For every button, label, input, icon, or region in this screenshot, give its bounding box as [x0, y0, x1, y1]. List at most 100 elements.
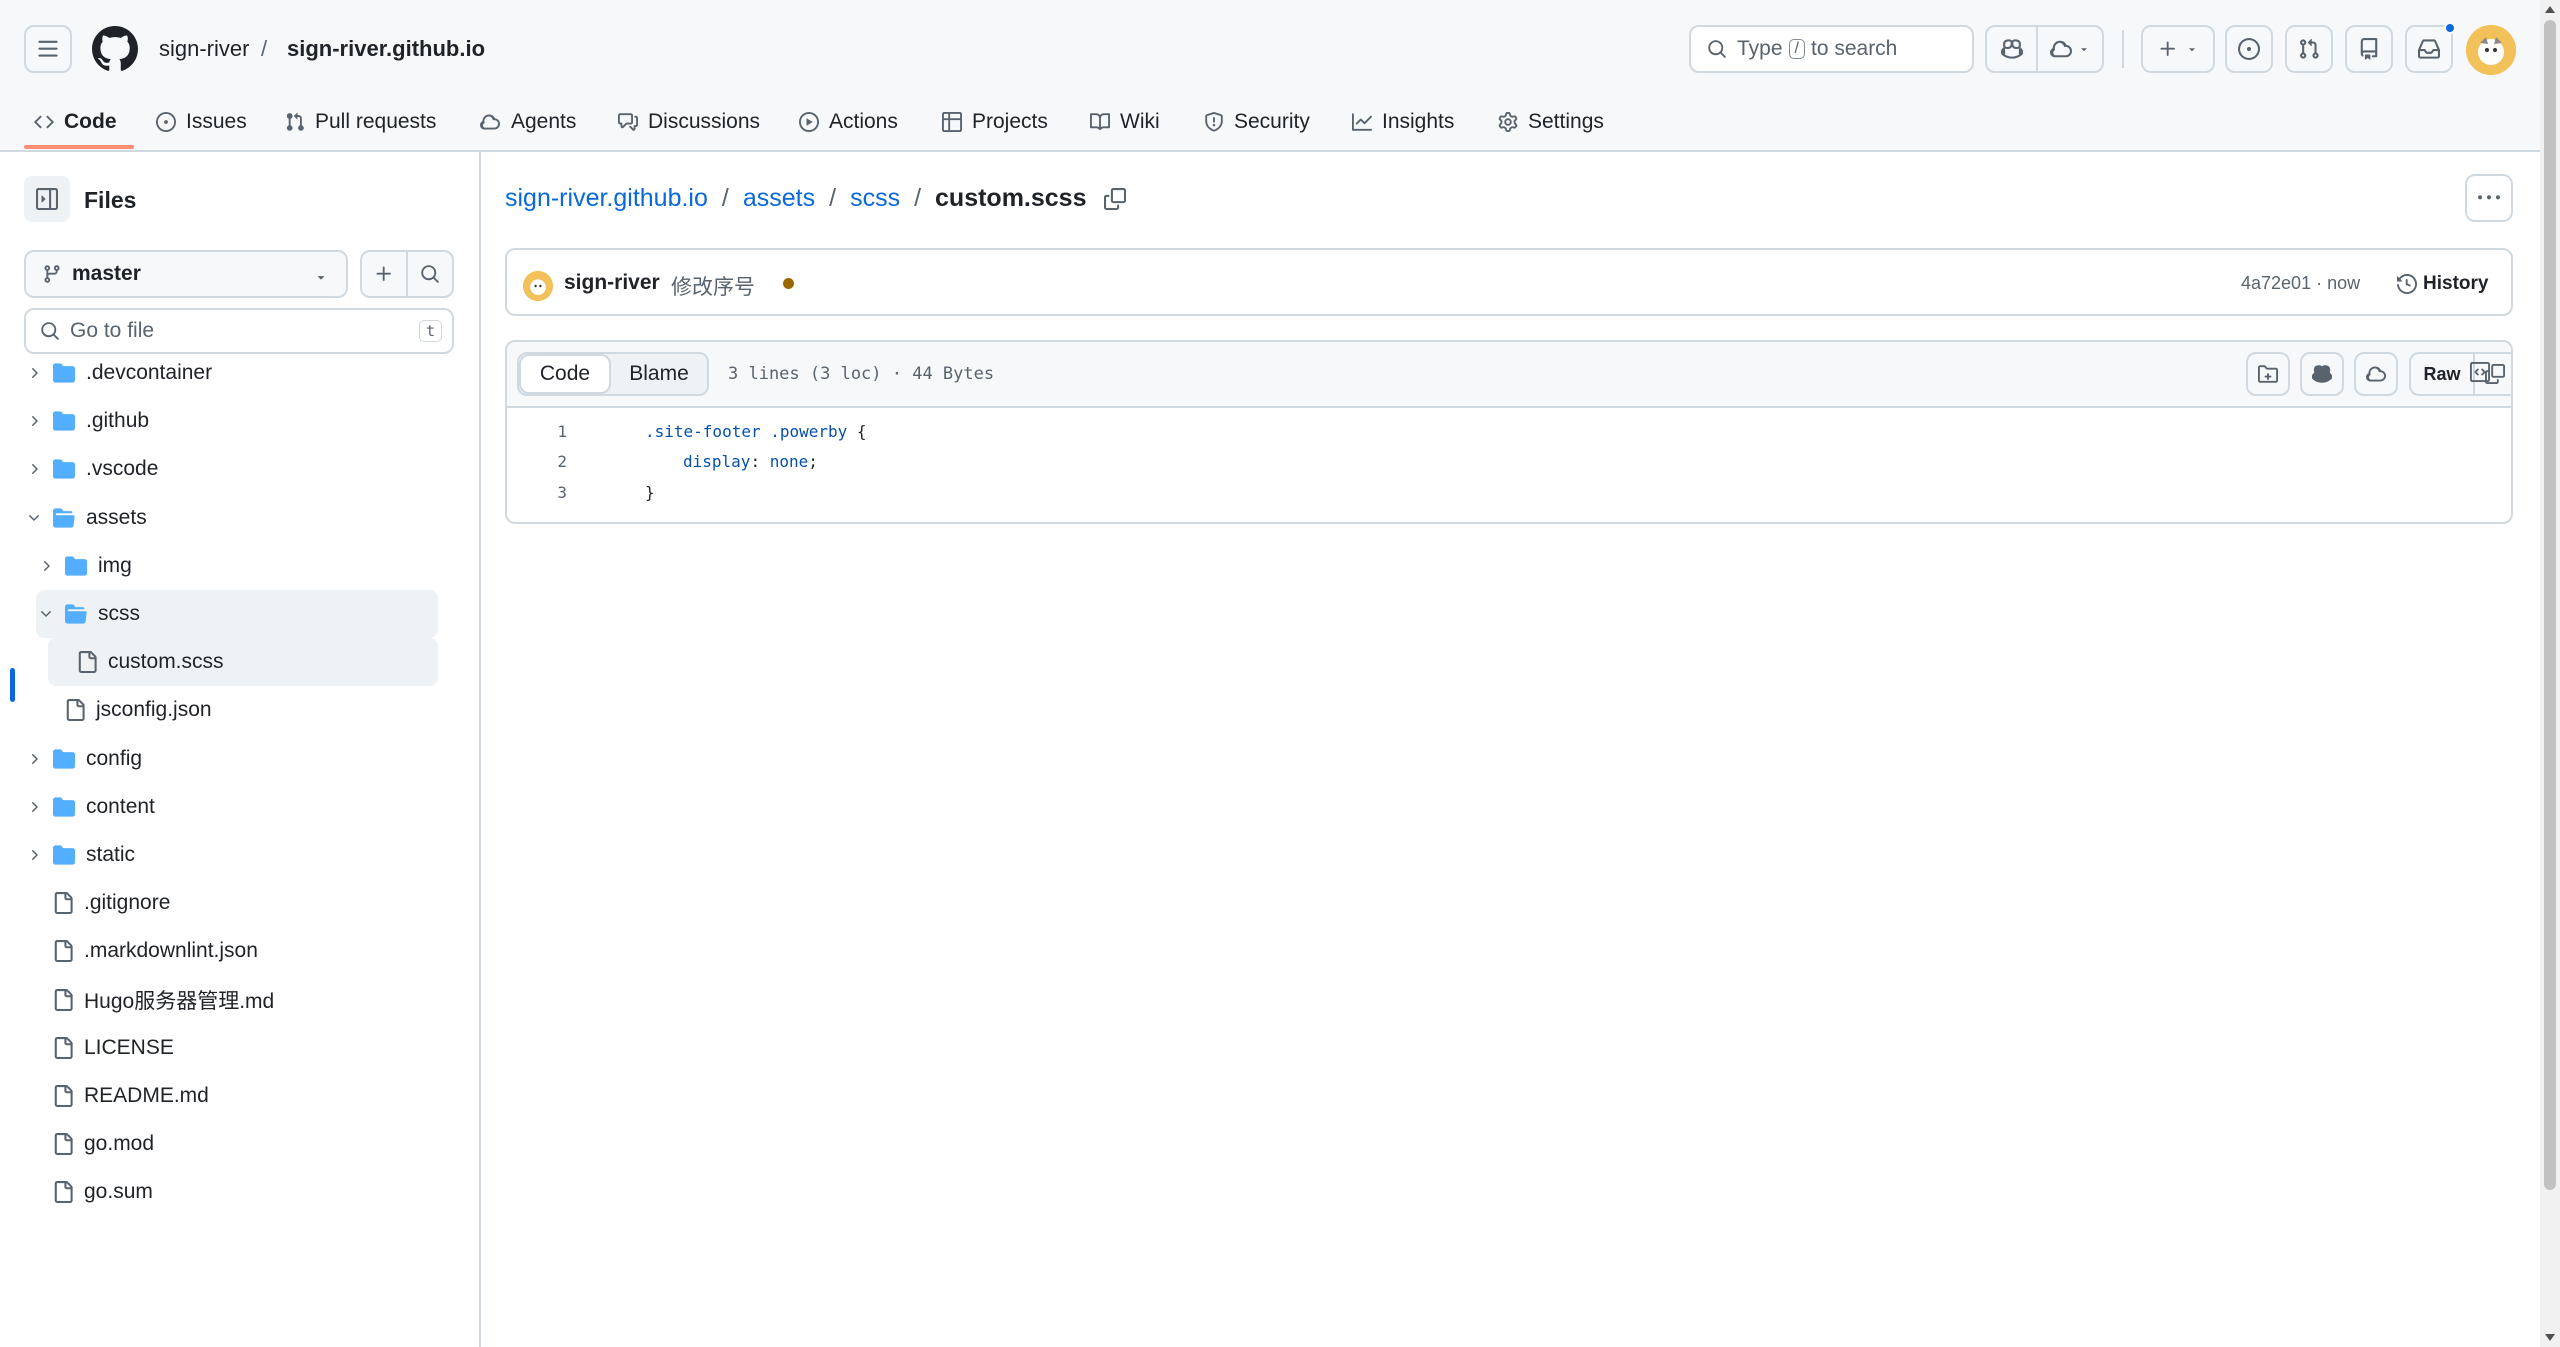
go-to-file-shortcut: t: [418, 320, 442, 342]
more-options-button[interactable]: [2465, 174, 2513, 222]
tab-actions[interactable]: Actions: [799, 92, 898, 152]
tree-item-label: assets: [86, 505, 147, 529]
tree-item-markdownlint-json[interactable]: .markdownlint.json: [24, 927, 438, 975]
commit-sha-time[interactable]: 4a72e01 · now: [2241, 273, 2360, 294]
chevron-right-icon[interactable]: [24, 413, 44, 429]
tree-item-vscode[interactable]: .vscode: [24, 445, 438, 493]
tree-item-go-sum[interactable]: go.sum: [24, 1168, 438, 1216]
tree-item-custom-scss[interactable]: custom.scss: [48, 638, 438, 687]
tree-item-hugo-md[interactable]: Hugo服务器管理.md: [24, 976, 438, 1024]
branch-selector[interactable]: master: [24, 250, 348, 298]
line-number[interactable]: 2: [507, 452, 567, 471]
commit-status-indicator[interactable]: [783, 278, 794, 289]
folder-icon: [52, 410, 76, 432]
tab-agents[interactable]: Agents: [479, 92, 576, 152]
your-issues-button[interactable]: [2225, 25, 2273, 73]
copilot-ask-button[interactable]: [2300, 352, 2344, 396]
create-new-button[interactable]: [2141, 25, 2215, 73]
folder-icon: [52, 748, 76, 770]
blame-tab[interactable]: Blame: [611, 354, 707, 394]
code-line: 2 display: none;: [507, 447, 2511, 477]
tree-item-go-mod[interactable]: go.mod: [24, 1120, 438, 1168]
commit-author-link[interactable]: sign-river: [564, 271, 660, 295]
sidebar-expand-icon: [36, 188, 58, 210]
chevron-right-icon[interactable]: [24, 751, 44, 767]
code-token: ;: [808, 452, 818, 471]
tab-projects[interactable]: Projects: [942, 92, 1048, 152]
chevron-right-icon[interactable]: [24, 365, 44, 381]
tab-code[interactable]: Code: [34, 92, 117, 152]
chevron-right-icon[interactable]: [24, 799, 44, 815]
search-shortcut-key: /: [1788, 39, 1805, 59]
breadcrumb-assets-link[interactable]: assets: [743, 184, 815, 213]
repositories-button[interactable]: [2345, 25, 2393, 73]
copilot-menu-button[interactable]: [2038, 27, 2102, 71]
line-number[interactable]: 1: [507, 422, 567, 441]
tree-item-devcontainer[interactable]: .devcontainer: [24, 349, 438, 397]
tab-discussions[interactable]: Discussions: [618, 92, 760, 152]
copy-path-icon[interactable]: [1104, 187, 1127, 210]
code-token: display: [683, 452, 751, 471]
issue-opened-icon: [2238, 38, 2260, 60]
tree-item-content[interactable]: content: [24, 783, 438, 831]
global-search-button[interactable]: Type / to search: [1689, 25, 1974, 73]
tab-pull-requests[interactable]: Pull requests: [285, 92, 436, 152]
tab-wiki[interactable]: Wiki: [1090, 92, 1160, 152]
tree-item-img[interactable]: img: [36, 542, 438, 590]
scroll-down-arrow-icon[interactable]: [2545, 1334, 2555, 1341]
github-logo-icon[interactable]: [92, 26, 138, 72]
scroll-thumb[interactable]: [2544, 20, 2556, 1190]
go-to-file-input[interactable]: Go to file t: [24, 308, 454, 354]
add-file-button[interactable]: [360, 250, 408, 298]
tree-item-jsconfig-json[interactable]: jsconfig.json: [36, 686, 438, 734]
line-number[interactable]: 3: [507, 483, 567, 502]
tree-item-static[interactable]: static: [24, 831, 438, 879]
folder-open-icon: [64, 603, 88, 625]
tree-item-gitignore[interactable]: .gitignore: [24, 879, 438, 927]
collapse-sidebar-button[interactable]: [24, 176, 70, 222]
page-scrollbar[interactable]: [2540, 0, 2560, 1347]
breadcrumb-scss-link[interactable]: scss: [850, 184, 900, 213]
chevron-right-icon[interactable]: [24, 461, 44, 477]
history-button[interactable]: History: [2397, 268, 2488, 300]
chevron-right-icon[interactable]: [36, 558, 56, 574]
commit-message-link[interactable]: 修改序号: [671, 271, 755, 301]
symbols-panel-button[interactable]: [2458, 350, 2502, 394]
chevron-right-icon[interactable]: [24, 847, 44, 863]
tab-settings[interactable]: Settings: [1498, 92, 1604, 152]
breadcrumb-repo-link[interactable]: sign-river.github.io: [505, 184, 708, 213]
tree-item-label: jsconfig.json: [96, 698, 212, 722]
copilot-button[interactable]: [1987, 27, 2036, 71]
header-owner-link[interactable]: sign-river: [159, 36, 249, 62]
tree-item-scss[interactable]: scss: [36, 590, 438, 638]
kebab-horizontal-icon: [2478, 195, 2500, 200]
tree-item-github[interactable]: .github: [24, 397, 438, 445]
open-symbols-button[interactable]: [2246, 352, 2290, 396]
tree-item-license[interactable]: LICENSE: [24, 1024, 438, 1072]
codespace-button[interactable]: [2354, 352, 2398, 396]
chevron-down-icon[interactable]: [36, 606, 56, 622]
code-tab[interactable]: Code: [519, 354, 611, 394]
search-icon: [1707, 39, 1727, 59]
tree-item-assets[interactable]: assets: [24, 494, 438, 542]
your-pull-requests-button[interactable]: [2285, 25, 2333, 73]
tab-security[interactable]: Security: [1204, 92, 1310, 152]
file-icon: [52, 1036, 74, 1059]
search-files-button[interactable]: [406, 250, 454, 298]
commit-author-avatar[interactable]: [523, 271, 553, 301]
scroll-up-arrow-icon[interactable]: [2545, 6, 2555, 13]
code-token: }: [645, 482, 655, 502]
tree-item-readme-md[interactable]: README.md: [24, 1072, 438, 1120]
table-icon: [942, 112, 962, 132]
tree-item-label: content: [86, 794, 155, 818]
tree-item-config[interactable]: config: [24, 735, 438, 783]
menu-button[interactable]: [24, 25, 72, 73]
header-repo-link[interactable]: sign-river.github.io: [287, 36, 485, 62]
tab-issues[interactable]: Issues: [156, 92, 247, 152]
avatar-image-icon: [2466, 25, 2516, 75]
chevron-down-icon[interactable]: [24, 510, 44, 526]
code-square-icon: [2470, 362, 2490, 382]
graph-icon: [1352, 112, 1372, 132]
user-avatar[interactable]: [2466, 25, 2516, 75]
tab-insights[interactable]: Insights: [1352, 92, 1454, 152]
